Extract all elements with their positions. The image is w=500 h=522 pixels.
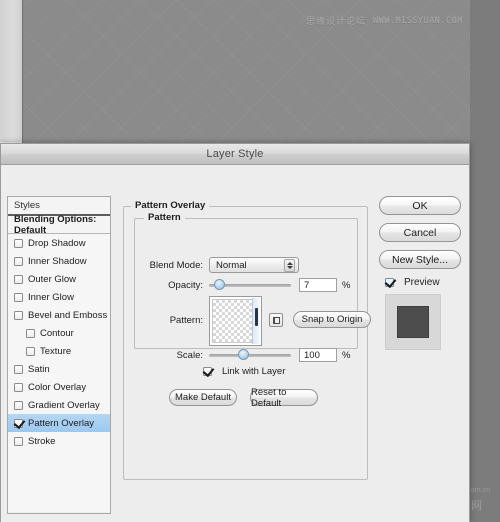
effect-label: Drop Shadow bbox=[28, 237, 86, 249]
effect-checkbox[interactable] bbox=[14, 256, 23, 266]
sidebar-item-bevel-and-emboss[interactable]: Bevel and Emboss bbox=[8, 306, 110, 324]
sidebar-item-inner-glow[interactable]: Inner Glow bbox=[8, 288, 110, 306]
preview-thumbnail bbox=[385, 294, 441, 350]
blend-mode-value: Normal bbox=[216, 259, 247, 271]
effect-checkbox[interactable] bbox=[26, 328, 35, 338]
effect-checkbox[interactable] bbox=[14, 310, 23, 320]
default-buttons-row: Make Default Reset to Default bbox=[169, 387, 318, 409]
opacity-slider[interactable] bbox=[209, 278, 291, 292]
sidebar-item-contour[interactable]: Contour bbox=[8, 324, 110, 342]
effect-label: Texture bbox=[40, 345, 72, 357]
scale-slider-knob[interactable] bbox=[238, 349, 250, 360]
blend-mode-select[interactable]: Normal bbox=[209, 257, 299, 273]
pattern-overlay-group-title: Pattern Overlay bbox=[131, 200, 210, 211]
sidebar-item-outer-glow[interactable]: Outer Glow bbox=[8, 270, 110, 288]
effect-label: Bevel and Emboss bbox=[28, 309, 108, 321]
sidebar-item-color-overlay[interactable]: Color Overlay bbox=[8, 378, 110, 396]
sidebar-item-inner-shadow[interactable]: Inner Shadow bbox=[8, 252, 110, 270]
opacity-label: Opacity: bbox=[168, 279, 203, 291]
link-with-layer-row[interactable]: Link with Layer bbox=[203, 366, 285, 377]
opacity-slider-knob[interactable] bbox=[213, 279, 225, 290]
effect-checkbox[interactable] bbox=[14, 400, 23, 410]
effect-label: Stroke bbox=[28, 435, 56, 447]
sidebar-item-gradient-overlay[interactable]: Gradient Overlay bbox=[8, 396, 110, 414]
sidebar-item-texture[interactable]: Texture bbox=[8, 342, 110, 360]
screenshot-root: 思缘设计论坛 WWW.MISSYUAN.COM PConline.com.cn … bbox=[0, 0, 500, 522]
pattern-label: Pattern: bbox=[169, 315, 203, 326]
pattern-row: Pattern: Snap to Origin bbox=[141, 296, 371, 346]
effect-checkbox[interactable] bbox=[14, 274, 23, 284]
sidebar-item-drop-shadow[interactable]: Drop Shadow bbox=[8, 234, 110, 252]
pattern-overlay-settings: Pattern Overlay Pattern Blend Mode: Norm… bbox=[123, 200, 371, 480]
scale-input[interactable]: 100 bbox=[299, 348, 337, 362]
sidebar-item-satin[interactable]: Satin bbox=[8, 360, 110, 378]
effect-checkbox[interactable] bbox=[14, 436, 23, 446]
effect-label: Contour bbox=[40, 327, 74, 339]
effect-checkbox[interactable] bbox=[14, 238, 23, 248]
preview-checkbox[interactable] bbox=[385, 278, 394, 287]
preview-row[interactable]: Preview bbox=[385, 277, 465, 288]
effect-checkbox[interactable] bbox=[26, 346, 35, 356]
stepper-arrows-icon[interactable] bbox=[284, 259, 295, 272]
preview-label: Preview bbox=[404, 277, 440, 288]
dialog-actions: OK Cancel New Style... Preview bbox=[379, 196, 465, 350]
effect-label: Inner Glow bbox=[28, 291, 74, 303]
canvas-left-panel bbox=[0, 0, 23, 152]
styles-panel: Styles Blending Options: Default Drop Sh… bbox=[7, 196, 111, 514]
pattern-preview-checkerboard bbox=[212, 299, 254, 343]
link-with-layer-checkbox[interactable] bbox=[203, 367, 212, 376]
effect-label: Satin bbox=[28, 363, 50, 375]
dialog-titlebar[interactable]: Layer Style bbox=[1, 144, 469, 165]
blend-mode-label: Blend Mode: bbox=[149, 259, 203, 271]
snap-to-origin-button[interactable]: Snap to Origin bbox=[293, 311, 371, 328]
pattern-picker[interactable] bbox=[209, 296, 262, 346]
effect-checkbox[interactable] bbox=[14, 364, 23, 374]
cancel-button[interactable]: Cancel bbox=[379, 223, 461, 242]
new-style-button[interactable]: New Style... bbox=[379, 250, 461, 269]
blend-mode-row: Blend Mode: Normal bbox=[141, 257, 299, 273]
scale-slider[interactable] bbox=[209, 348, 291, 362]
layer-style-dialog: Layer Style Styles Blending Options: Def… bbox=[0, 143, 470, 522]
effect-label: Inner Shadow bbox=[28, 255, 87, 267]
effect-checkbox[interactable] bbox=[14, 382, 23, 392]
preview-thumbnail-fill bbox=[397, 306, 429, 338]
effect-checkbox[interactable] bbox=[14, 418, 23, 428]
opacity-unit: % bbox=[342, 279, 351, 291]
effect-label: Color Overlay bbox=[28, 381, 87, 393]
link-with-layer-label: Link with Layer bbox=[222, 366, 286, 377]
pattern-list-scrollbar[interactable] bbox=[252, 298, 260, 344]
style-effect-list: Drop Shadow Inner Shadow Outer Glow Inner G… bbox=[8, 234, 110, 512]
dialog-title: Layer Style bbox=[206, 148, 264, 160]
effect-label: Pattern Overlay bbox=[28, 417, 94, 429]
effect-label: Gradient Overlay bbox=[28, 399, 100, 411]
pattern-new-preset-icon[interactable] bbox=[269, 313, 283, 327]
canvas-right-shade bbox=[470, 0, 500, 522]
effect-checkbox[interactable] bbox=[14, 292, 23, 302]
scale-row: Scale: 100 % bbox=[141, 348, 350, 362]
sidebar-item-stroke[interactable]: Stroke bbox=[8, 432, 110, 450]
make-default-button[interactable]: Make Default bbox=[169, 389, 237, 406]
pattern-subgroup-title: Pattern bbox=[144, 212, 185, 223]
opacity-input[interactable]: 7 bbox=[299, 278, 337, 292]
dialog-body: Styles Blending Options: Default Drop Sh… bbox=[1, 165, 469, 522]
opacity-row: Opacity: 7 % bbox=[141, 278, 350, 292]
scale-unit: % bbox=[342, 349, 351, 361]
sidebar-item-pattern-overlay[interactable]: Pattern Overlay bbox=[8, 414, 110, 432]
effect-label: Outer Glow bbox=[28, 273, 77, 285]
sidebar-item-blending-options[interactable]: Blending Options: Default bbox=[8, 214, 110, 236]
scale-label: Scale: bbox=[176, 349, 203, 361]
reset-to-default-button[interactable]: Reset to Default bbox=[250, 387, 318, 409]
ok-button[interactable]: OK bbox=[379, 196, 461, 215]
scale-slider-track bbox=[209, 354, 291, 357]
